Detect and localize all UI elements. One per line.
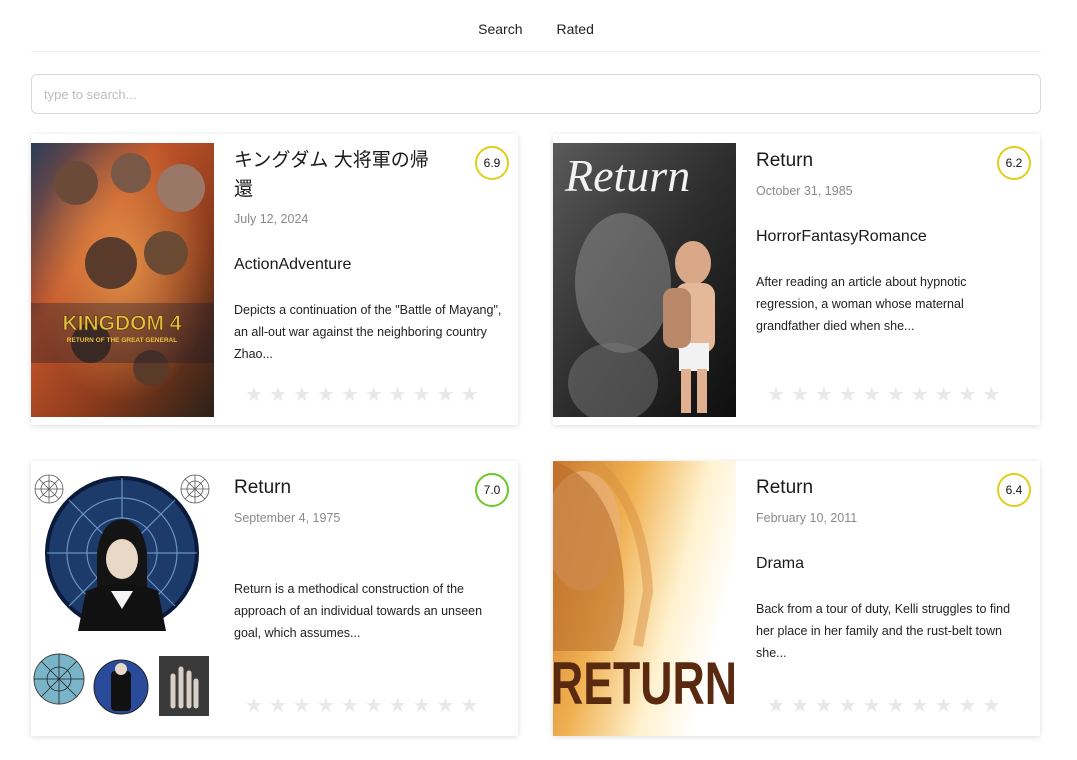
movie-overview: Depicts a continuation of the "Battle of… xyxy=(234,303,502,361)
star-icon[interactable]: ★ xyxy=(863,385,881,405)
star-icon[interactable]: ★ xyxy=(293,385,311,405)
search-input[interactable] xyxy=(31,74,1041,114)
star-icon[interactable]: ★ xyxy=(911,385,929,405)
rating-badge: 7.0 xyxy=(475,473,509,507)
movie-card: KINGDOM 4 RETURN OF THE GREAT GENERAL キン… xyxy=(31,134,518,425)
movie-poster xyxy=(31,461,214,736)
star-icon[interactable]: ★ xyxy=(839,696,857,716)
star-icon[interactable]: ★ xyxy=(959,385,977,405)
star-icon[interactable]: ★ xyxy=(791,696,809,716)
movie-poster: RETURN xyxy=(553,461,736,736)
star-icon[interactable]: ★ xyxy=(839,385,857,405)
movie-card: RETURN Return 6.4 February 10, 2011 Dram… xyxy=(553,461,1040,736)
star-icon[interactable]: ★ xyxy=(982,385,1000,405)
star-icon[interactable]: ★ xyxy=(245,385,263,405)
nav-rated-link[interactable]: Rated xyxy=(557,17,594,41)
star-icon[interactable]: ★ xyxy=(460,385,478,405)
rating-badge: 6.4 xyxy=(997,473,1031,507)
movie-title: Return xyxy=(234,477,292,498)
release-date: October 31, 1985 xyxy=(756,184,853,198)
star-icon[interactable]: ★ xyxy=(437,385,455,405)
release-date: July 12, 2024 xyxy=(234,212,309,226)
star-icon[interactable]: ★ xyxy=(245,696,263,716)
star-icon[interactable]: ★ xyxy=(935,385,953,405)
star-icon[interactable]: ★ xyxy=(815,696,833,716)
poster-subtitle-text: RETURN OF THE GREAT GENERAL xyxy=(67,337,177,344)
rating-badge: 6.2 xyxy=(997,146,1031,180)
star-rating: ★ ★ ★ ★ ★ ★ ★ ★ ★ ★ xyxy=(245,385,478,405)
star-icon[interactable]: ★ xyxy=(293,696,311,716)
poster-title-text: KINGDOM 4 xyxy=(62,312,181,335)
star-icon[interactable]: ★ xyxy=(959,696,977,716)
movie-title: キングダム 大将軍の帰還 xyxy=(234,150,429,200)
star-icon[interactable]: ★ xyxy=(863,696,881,716)
star-icon[interactable]: ★ xyxy=(767,696,785,716)
star-icon[interactable]: ★ xyxy=(413,385,431,405)
star-icon[interactable]: ★ xyxy=(413,696,431,716)
star-icon[interactable]: ★ xyxy=(887,385,905,405)
rating-badge: 6.9 xyxy=(475,146,509,180)
star-rating: ★ ★ ★ ★ ★ ★ ★ ★ ★ ★ xyxy=(245,696,478,716)
star-icon[interactable]: ★ xyxy=(341,696,359,716)
movie-genres: ActionAdventure xyxy=(234,256,352,273)
star-icon[interactable]: ★ xyxy=(341,385,359,405)
movie-genres: HorrorFantasyRomance xyxy=(756,228,927,245)
star-icon[interactable]: ★ xyxy=(815,385,833,405)
star-icon[interactable]: ★ xyxy=(437,696,455,716)
movie-overview: After reading an article about hypnotic … xyxy=(756,275,967,333)
star-icon[interactable]: ★ xyxy=(365,696,383,716)
star-icon[interactable]: ★ xyxy=(767,385,785,405)
poster-title-text: Return xyxy=(564,150,690,201)
star-icon[interactable]: ★ xyxy=(791,385,809,405)
movie-card: Return Return 6.2 October 31, 1985 Horro… xyxy=(553,134,1040,425)
release-date: September 4, 1975 xyxy=(234,511,341,525)
star-icon[interactable]: ★ xyxy=(365,385,383,405)
poster-title-text: RETURN xyxy=(553,650,736,717)
star-icon[interactable]: ★ xyxy=(269,385,287,405)
star-icon[interactable]: ★ xyxy=(269,696,287,716)
nav-search-link[interactable]: Search xyxy=(478,17,522,41)
movie-poster: Return xyxy=(553,143,736,417)
star-rating: ★ ★ ★ ★ ★ ★ ★ ★ ★ ★ xyxy=(767,696,1000,716)
star-icon[interactable]: ★ xyxy=(317,385,335,405)
star-icon[interactable]: ★ xyxy=(911,696,929,716)
movie-card: Return 7.0 September 4, 1975 Return is a… xyxy=(31,461,518,736)
movie-genres: Drama xyxy=(756,555,805,572)
top-nav: Search Rated xyxy=(31,0,1041,52)
movie-overview: Back from a tour of duty, Kelli struggle… xyxy=(756,602,1011,660)
star-rating: ★ ★ ★ ★ ★ ★ ★ ★ ★ ★ xyxy=(767,385,1000,405)
star-icon[interactable]: ★ xyxy=(935,696,953,716)
release-date: February 10, 2011 xyxy=(756,511,858,525)
star-icon[interactable]: ★ xyxy=(887,696,905,716)
star-icon[interactable]: ★ xyxy=(982,696,1000,716)
star-icon[interactable]: ★ xyxy=(460,696,478,716)
movie-title: Return xyxy=(756,477,814,498)
star-icon[interactable]: ★ xyxy=(389,696,407,716)
star-icon[interactable]: ★ xyxy=(317,696,335,716)
star-icon[interactable]: ★ xyxy=(389,385,407,405)
movie-title: Return xyxy=(756,150,814,171)
movie-overview: Return is a methodical construction of t… xyxy=(234,582,483,640)
movie-poster: KINGDOM 4 RETURN OF THE GREAT GENERAL xyxy=(31,143,214,417)
